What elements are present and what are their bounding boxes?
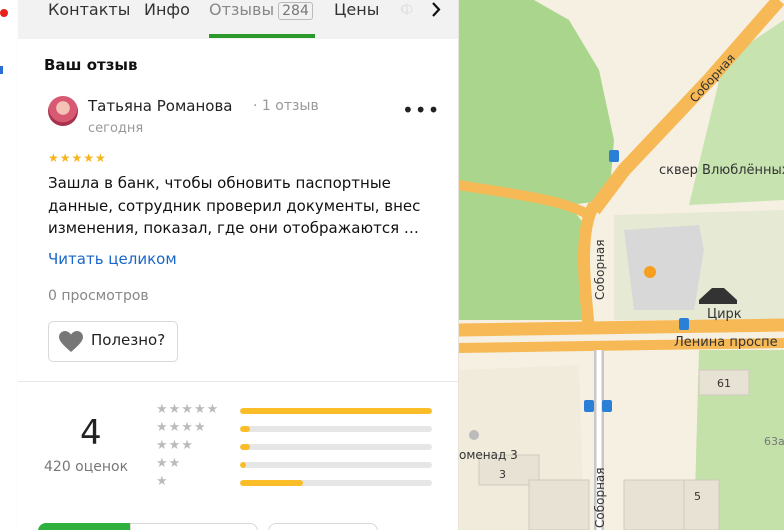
tab-fade xyxy=(378,0,458,36)
rating-bar-fill xyxy=(240,426,250,432)
left-strip xyxy=(0,0,19,530)
tab-reviews-count: 284 xyxy=(278,2,313,20)
write-review-button[interactable] xyxy=(38,523,130,530)
side-marker xyxy=(0,66,3,74)
circus-label: Цирк xyxy=(707,307,742,322)
rating-count: 420 оценок xyxy=(44,459,129,475)
notification-dot xyxy=(0,9,8,17)
chevron-right-icon[interactable] xyxy=(426,0,446,20)
rating-bar-fill xyxy=(240,480,304,486)
rating-bar-fill xyxy=(240,444,250,450)
promenade-label: оменад 3 xyxy=(459,448,518,462)
park-label: сквер Влюблённых xyxy=(659,163,784,178)
rating-bar-fill xyxy=(240,462,246,468)
review-stars: ★★★★★ xyxy=(48,151,107,165)
section-title: Ваш отзыв xyxy=(44,56,138,74)
rating-row-stars: ★★★ xyxy=(156,438,194,453)
rating-bar xyxy=(240,444,432,450)
tab-reviews[interactable]: Отзывы 284 xyxy=(209,0,313,20)
organization-panel: Контакты Инфо Отзывы284 Цены Ф Ваш отзыв… xyxy=(18,0,458,530)
secondary-button[interactable] xyxy=(130,523,258,530)
views-count: 0 просмотров xyxy=(48,288,149,304)
street-label-sobornaya-mid: Соборная xyxy=(593,239,607,301)
tab-bar: Контакты Инфо Отзывы284 Цены Ф xyxy=(18,0,458,39)
rating-value: 4 xyxy=(80,413,102,453)
author-review-count: · 1 отзыв xyxy=(253,98,319,114)
heart-icon xyxy=(59,331,83,352)
rating-bar xyxy=(240,426,432,432)
author-review-count-text: 1 отзыв xyxy=(261,98,319,114)
house-number-61: 61 xyxy=(717,377,731,390)
review-author[interactable]: Татьяна Романова xyxy=(88,97,232,115)
street-label-sobornaya-bottom: Соборная xyxy=(593,467,607,529)
tab-info[interactable]: Инфо xyxy=(144,0,190,20)
tab-prices[interactable]: Цены xyxy=(334,0,379,20)
rating-row-stars: ★★ xyxy=(156,456,182,471)
read-more-link[interactable]: Читать целиком xyxy=(48,250,177,268)
rating-bar xyxy=(240,408,432,414)
dot-separator: · xyxy=(253,98,262,114)
house-number-3: 3 xyxy=(499,468,506,481)
tab-reviews-label: Отзывы xyxy=(209,0,275,19)
useful-button[interactable]: Полезно? xyxy=(48,321,178,362)
tab-contacts[interactable]: Контакты xyxy=(48,0,130,20)
map[interactable]: Соборная сквер Влюблённых Соборная Цирк … xyxy=(459,0,784,530)
rating-row-stars: ★★★★ xyxy=(156,420,207,435)
house-number-63a: 63а xyxy=(764,435,784,448)
divider xyxy=(18,381,458,382)
rating-bar-fill xyxy=(240,408,432,414)
more-options-icon[interactable]: ••• xyxy=(402,100,440,120)
useful-label: Полезно? xyxy=(91,331,166,349)
rating-row-stars: ★★★★★ xyxy=(156,402,220,417)
review-text: Зашла в банк, чтобы обновить паспортные … xyxy=(48,174,421,237)
avatar[interactable] xyxy=(48,96,78,126)
tertiary-button[interactable] xyxy=(268,523,378,530)
rating-row-stars: ★ xyxy=(156,474,169,489)
active-tab-indicator xyxy=(209,34,315,38)
review-date: сегодня xyxy=(88,121,144,136)
street-label-lenina: Ленина проспе xyxy=(674,335,778,350)
rating-bar xyxy=(240,462,432,468)
house-number-5: 5 xyxy=(694,490,701,503)
rating-bar xyxy=(240,480,432,486)
